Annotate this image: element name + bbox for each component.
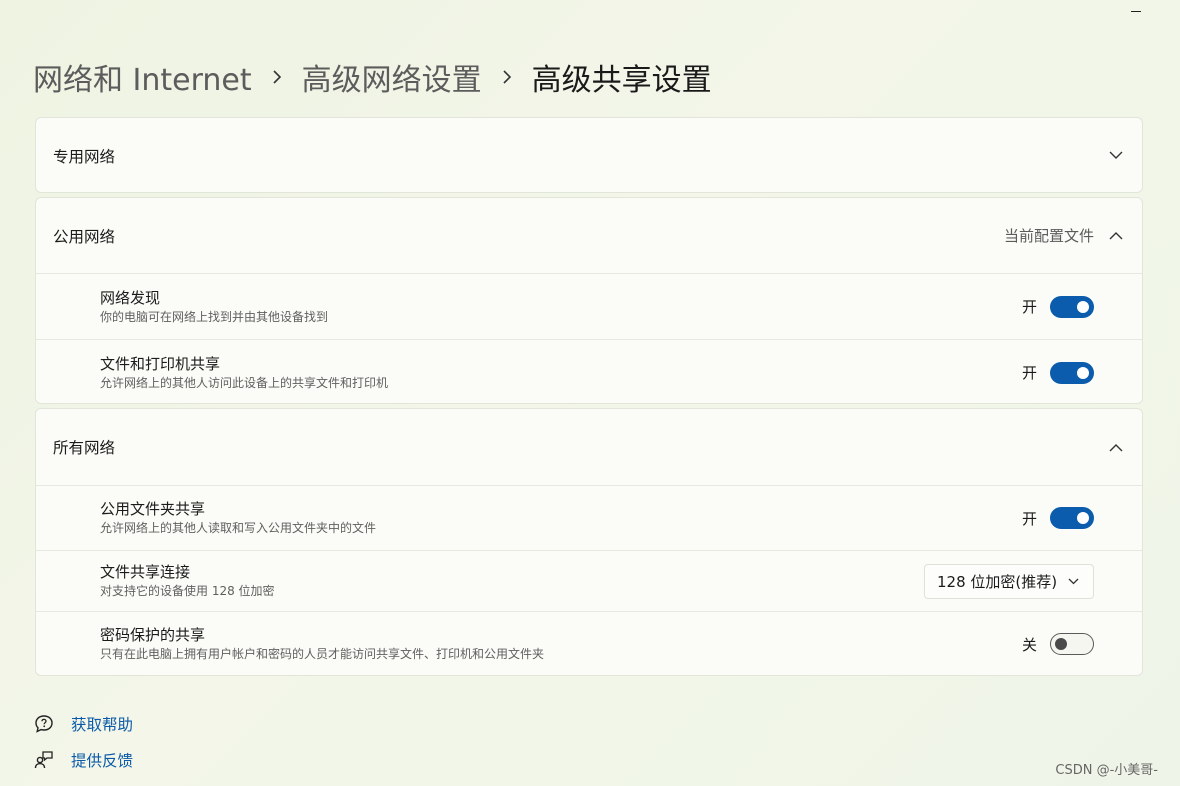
breadcrumb: 网络和 Internet 高级网络设置 高级共享设置: [33, 54, 712, 100]
setting-description: 你的电脑可在网络上找到并由其他设备找到: [100, 309, 329, 324]
current-profile-label: 当前配置文件: [1003, 227, 1094, 245]
toggle-state-text: 开: [1021, 509, 1037, 528]
section-title: 专用网络: [53, 147, 116, 166]
setting-label: 公用文件夹共享: [100, 500, 206, 518]
setting-description: 对支持它的设备使用 128 位加密: [100, 584, 275, 598]
private-network-section: 专用网络: [35, 117, 1143, 193]
chevron-down-icon: [1065, 573, 1081, 589]
toggle-state-text: 开: [1021, 364, 1037, 382]
password-protected-sharing-row: 密码保护的共享 只有在此电脑上拥有用户帐户和密码的人员才能访问共享文件、打印机和…: [36, 611, 1142, 675]
setting-description: 允许网络上的其他人读取和写入公用文件夹中的文件: [100, 521, 377, 535]
setting-description: 允许网络上的其他人访问此设备上的共享文件和打印机: [100, 375, 389, 390]
setting-label: 密码保护的共享: [100, 626, 206, 644]
public-folder-sharing-row: 公用文件夹共享 允许网络上的其他人读取和写入公用文件夹中的文件 开: [36, 485, 1142, 550]
toggle-state-text: 关: [1021, 635, 1037, 654]
get-help-link[interactable]: 获取帮助: [33, 708, 133, 740]
section-title: 所有网络: [53, 439, 116, 457]
chevron-right-icon: [482, 62, 532, 92]
chevron-down-icon: [1108, 148, 1124, 164]
file-printer-sharing-toggle[interactable]: [1050, 361, 1094, 384]
toggle-state-text: 开: [1021, 298, 1037, 316]
feedback-person-icon: [33, 749, 55, 771]
breadcrumb-network-internet[interactable]: 网络和 Internet: [33, 55, 252, 99]
breadcrumb-advanced-network[interactable]: 高级网络设置: [302, 55, 482, 99]
help-chat-icon: [33, 713, 55, 735]
page-title: 高级共享设置: [531, 63, 712, 98]
file-printer-sharing-row: 文件和打印机共享 允许网络上的其他人访问此设备上的共享文件和打印机 开: [36, 339, 1142, 403]
dropdown-value: 128 位加密(推荐): [937, 572, 1058, 591]
chevron-right-icon: [252, 62, 302, 92]
chevron-up-icon: [1108, 439, 1124, 455]
give-feedback-link[interactable]: 提供反馈: [33, 744, 133, 776]
setting-label: 文件和打印机共享: [100, 354, 221, 373]
private-network-header[interactable]: 专用网络: [36, 118, 1142, 192]
chevron-up-icon: [1108, 228, 1124, 244]
footer-links: 获取帮助 提供反馈: [33, 708, 133, 780]
all-networks-section: 所有网络 公用文件夹共享 允许网络上的其他人读取和写入公用文件夹中的文件 开 文…: [35, 408, 1143, 676]
network-discovery-toggle[interactable]: [1050, 295, 1094, 318]
public-network-header[interactable]: 公用网络 当前配置文件: [36, 198, 1142, 273]
give-feedback-label: 提供反馈: [71, 752, 134, 770]
minimize-button[interactable]: [1118, 0, 1154, 22]
network-discovery-row: 网络发现 你的电脑可在网络上找到并由其他设备找到 开: [36, 273, 1142, 339]
setting-label: 文件共享连接: [100, 563, 191, 581]
section-title: 公用网络: [53, 227, 116, 246]
encryption-dropdown[interactable]: 128 位加密(推荐): [924, 563, 1094, 599]
file-sharing-connections-row: 文件共享连接 对支持它的设备使用 128 位加密 128 位加密(推荐): [36, 550, 1142, 611]
setting-description: 只有在此电脑上拥有用户帐户和密码的人员才能访问共享文件、打印机和公用文件夹: [100, 647, 545, 661]
get-help-label: 获取帮助: [71, 716, 134, 734]
setting-label: 网络发现: [100, 288, 161, 307]
all-networks-header[interactable]: 所有网络: [36, 409, 1142, 485]
password-protected-sharing-toggle[interactable]: [1050, 633, 1094, 655]
public-network-section: 公用网络 当前配置文件 网络发现 你的电脑可在网络上找到并由其他设备找到 开 文…: [35, 197, 1143, 404]
public-folder-sharing-toggle[interactable]: [1050, 507, 1094, 529]
watermark: CSDN @-小美哥-: [1055, 763, 1158, 778]
